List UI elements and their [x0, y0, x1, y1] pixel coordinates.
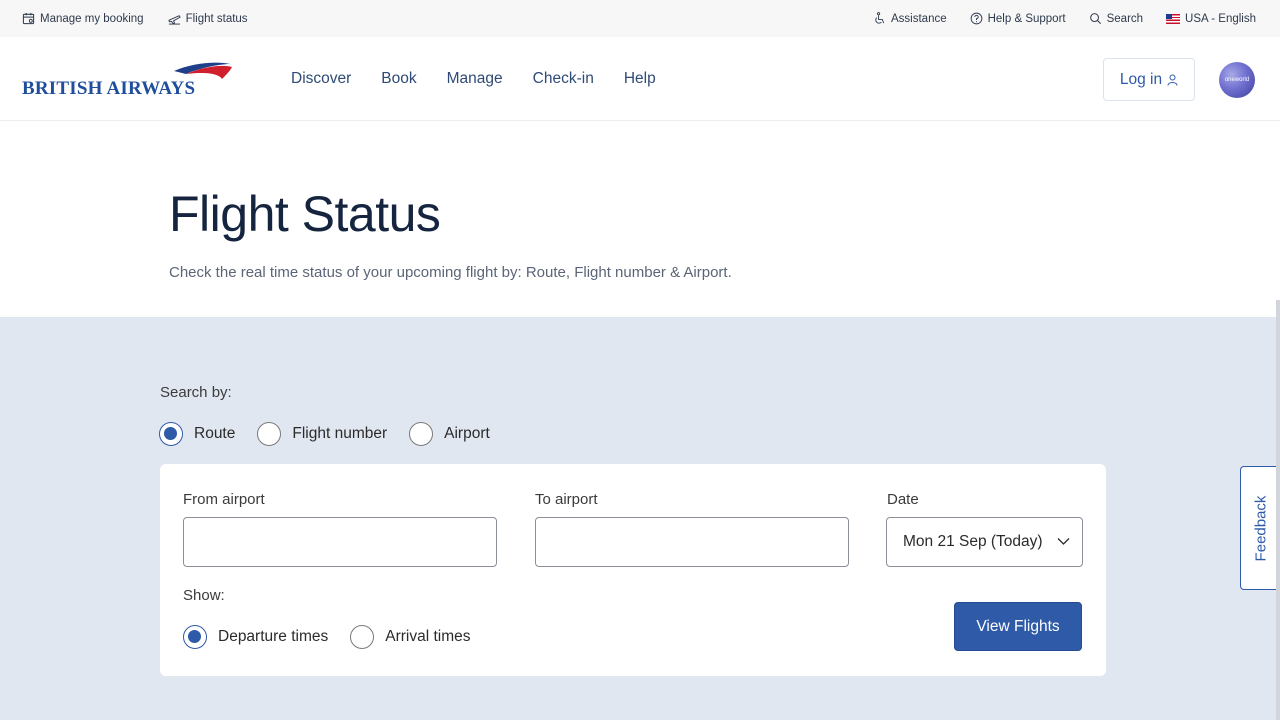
- radio-airport-label: Airport: [444, 425, 490, 442]
- search-by-label: Search by:: [160, 384, 232, 401]
- flight-status-label: Flight status: [185, 12, 248, 25]
- utility-right-group: Assistance Help & Support Search USA - E…: [873, 0, 1256, 37]
- chevron-down-icon: [1057, 538, 1070, 545]
- feedback-tab[interactable]: Feedback: [1240, 466, 1280, 590]
- date-value: Mon 21 Sep (Today): [903, 533, 1043, 550]
- login-label: Log in: [1119, 70, 1163, 88]
- help-support-label: Help & Support: [987, 12, 1066, 25]
- search-label: Search: [1106, 12, 1144, 25]
- show-radio-group: Departure times Arrival times: [183, 625, 493, 649]
- main-header: BRITISH AIRWAYS Discover Book Manage Che…: [0, 37, 1280, 121]
- page-title: Flight Status: [169, 186, 441, 242]
- page-subtitle: Check the real time status of your upcom…: [169, 264, 732, 281]
- search-by-radio-group: Route Flight number Airport: [159, 422, 512, 446]
- radio-route[interactable]: Route: [159, 422, 235, 446]
- us-flag-icon: [1166, 13, 1181, 24]
- radio-arrival-times-circle[interactable]: [350, 625, 375, 649]
- speedmarque-icon: [174, 62, 232, 79]
- locale-selector[interactable]: USA - English: [1166, 13, 1256, 25]
- search-icon: [1089, 13, 1101, 24]
- help-support-link[interactable]: Help & Support: [970, 12, 1066, 25]
- date-label: Date: [887, 491, 919, 508]
- user-icon: [1167, 74, 1178, 86]
- show-label: Show:: [183, 587, 225, 604]
- view-flights-button[interactable]: View Flights: [954, 602, 1082, 651]
- nav-check-in[interactable]: Check-in: [533, 70, 594, 88]
- from-airport-input[interactable]: [183, 517, 497, 567]
- calendar-icon: [22, 12, 35, 25]
- logo-text: BRITISH AIRWAYS: [22, 78, 196, 99]
- oneworld-logo[interactable]: oneworld: [1219, 62, 1255, 98]
- question-circle-icon: [970, 12, 982, 25]
- radio-flight-number[interactable]: Flight number: [257, 422, 387, 446]
- main-nav: Discover Book Manage Check-in Help: [291, 37, 656, 121]
- date-select[interactable]: Mon 21 Sep (Today): [886, 517, 1083, 567]
- radio-route-label: Route: [194, 425, 236, 442]
- oneworld-label: oneworld: [1224, 77, 1250, 83]
- radio-departure-times-circle[interactable]: [183, 625, 207, 649]
- wheelchair-icon: [875, 12, 885, 24]
- flight-status-search-panel: Search by: Route Flight number Airport F…: [0, 317, 1280, 720]
- radio-arrival-times-label: Arrival times: [385, 628, 471, 645]
- assistance-link[interactable]: Assistance: [873, 12, 947, 25]
- flight-status-link[interactable]: Flight status: [167, 12, 248, 25]
- locale-label: USA - English: [1185, 12, 1256, 25]
- radio-arrival-times[interactable]: Arrival times: [350, 625, 471, 649]
- radio-flight-number-label: Flight number: [292, 425, 388, 442]
- assistance-label: Assistance: [891, 12, 947, 25]
- scrollbar[interactable]: [1276, 300, 1280, 720]
- to-airport-label: To airport: [535, 491, 598, 508]
- radio-departure-times-label: Departure times: [218, 628, 329, 645]
- radio-route-circle[interactable]: [159, 422, 183, 446]
- nav-help[interactable]: Help: [624, 70, 656, 88]
- route-search-card: From airport To airport Date Mon 21 Sep …: [160, 464, 1106, 676]
- radio-departure-times[interactable]: Departure times: [183, 625, 328, 649]
- nav-manage[interactable]: Manage: [447, 70, 503, 88]
- radio-airport-circle[interactable]: [409, 422, 434, 446]
- search-link[interactable]: Search: [1089, 12, 1143, 25]
- to-airport-input[interactable]: [535, 517, 849, 567]
- radio-flight-number-circle[interactable]: [257, 422, 282, 446]
- feedback-label: Feedback: [1252, 495, 1269, 561]
- login-button[interactable]: Log in: [1103, 58, 1195, 101]
- utility-bar: Manage my booking Flight status Assistan…: [0, 0, 1280, 37]
- nav-discover[interactable]: Discover: [291, 70, 351, 88]
- radio-airport[interactable]: Airport: [409, 422, 490, 446]
- utility-left-group: Manage my booking Flight status: [0, 12, 248, 25]
- from-airport-label: From airport: [183, 491, 265, 508]
- nav-book[interactable]: Book: [381, 70, 416, 88]
- manage-booking-label: Manage my booking: [40, 12, 144, 25]
- british-airways-logo[interactable]: BRITISH AIRWAYS: [22, 61, 232, 101]
- manage-booking-link[interactable]: Manage my booking: [22, 12, 144, 25]
- plane-icon: [167, 15, 181, 25]
